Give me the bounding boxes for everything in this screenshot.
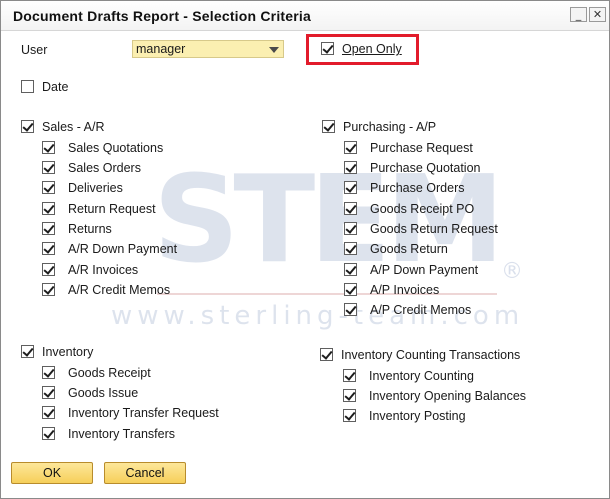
ar-credit-memos-checkbox[interactable] bbox=[42, 283, 55, 296]
inventory-counting-label[interactable]: Inventory Counting bbox=[369, 369, 474, 383]
sales-ar-checkbox[interactable] bbox=[21, 120, 34, 133]
title-bar: Document Drafts Report - Selection Crite… bbox=[1, 1, 609, 31]
goods-receipt-label[interactable]: Goods Receipt bbox=[68, 366, 151, 380]
goods-return-request-label[interactable]: Goods Return Request bbox=[370, 222, 498, 236]
user-label: User bbox=[21, 43, 48, 57]
purchase-quotation-checkbox[interactable] bbox=[344, 161, 357, 174]
chevron-down-icon[interactable] bbox=[269, 47, 279, 53]
purchase-quotation-label[interactable]: Purchase Quotation bbox=[370, 161, 481, 175]
deliveries-checkbox[interactable] bbox=[42, 181, 55, 194]
open-only-label[interactable]: Open Only bbox=[342, 42, 402, 56]
ap-down-payment-checkbox[interactable] bbox=[344, 263, 357, 276]
user-dropdown[interactable]: manager bbox=[132, 40, 284, 58]
date-label[interactable]: Date bbox=[42, 80, 68, 94]
watermark-line bbox=[157, 293, 497, 295]
open-only-checkbox[interactable] bbox=[321, 42, 334, 55]
sales-quotations-label[interactable]: Sales Quotations bbox=[68, 141, 163, 155]
inventory-transfers-label[interactable]: Inventory Transfers bbox=[68, 427, 175, 441]
ap-down-payment-label[interactable]: A/P Down Payment bbox=[370, 263, 478, 277]
returns-label[interactable]: Returns bbox=[68, 222, 112, 236]
sales-ar-label[interactable]: Sales - A/R bbox=[42, 120, 105, 134]
purchase-request-label[interactable]: Purchase Request bbox=[370, 141, 473, 155]
cancel-button[interactable]: Cancel bbox=[104, 462, 186, 484]
inventory-transfer-request-label[interactable]: Inventory Transfer Request bbox=[68, 406, 219, 420]
inventory-posting-checkbox[interactable] bbox=[343, 409, 356, 422]
goods-return-label[interactable]: Goods Return bbox=[370, 242, 448, 256]
window-title: Document Drafts Report - Selection Crite… bbox=[13, 8, 311, 24]
ap-invoices-label[interactable]: A/P Invoices bbox=[370, 283, 439, 297]
sales-orders-label[interactable]: Sales Orders bbox=[68, 161, 141, 175]
ar-down-payment-checkbox[interactable] bbox=[42, 242, 55, 255]
ar-down-payment-label[interactable]: A/R Down Payment bbox=[68, 242, 177, 256]
goods-issue-label[interactable]: Goods Issue bbox=[68, 386, 138, 400]
watermark-registered-mark: ® bbox=[501, 259, 523, 284]
purchasing-ap-label[interactable]: Purchasing - A/P bbox=[343, 120, 436, 134]
return-request-checkbox[interactable] bbox=[42, 202, 55, 215]
inventory-transfer-request-checkbox[interactable] bbox=[42, 406, 55, 419]
purchasing-ap-checkbox[interactable] bbox=[322, 120, 335, 133]
purchase-orders-label[interactable]: Purchase Orders bbox=[370, 181, 464, 195]
minimize-icon[interactable]: _ bbox=[570, 7, 587, 22]
inventory-opening-balances-checkbox[interactable] bbox=[343, 389, 356, 402]
ar-invoices-label[interactable]: A/R Invoices bbox=[68, 263, 138, 277]
deliveries-label[interactable]: Deliveries bbox=[68, 181, 123, 195]
user-dropdown-value: manager bbox=[136, 42, 186, 56]
inventory-counting-transactions-checkbox[interactable] bbox=[320, 348, 333, 361]
purchase-request-checkbox[interactable] bbox=[344, 141, 357, 154]
sales-quotations-checkbox[interactable] bbox=[42, 141, 55, 154]
inventory-opening-balances-label[interactable]: Inventory Opening Balances bbox=[369, 389, 526, 403]
ok-button[interactable]: OK bbox=[11, 462, 93, 484]
goods-receipt-po-label[interactable]: Goods Receipt PO bbox=[370, 202, 474, 216]
goods-receipt-po-checkbox[interactable] bbox=[344, 202, 357, 215]
ap-credit-memos-checkbox[interactable] bbox=[344, 303, 357, 316]
purchase-orders-checkbox[interactable] bbox=[344, 181, 357, 194]
inventory-counting-checkbox[interactable] bbox=[343, 369, 356, 382]
inventory-label[interactable]: Inventory bbox=[42, 345, 93, 359]
ar-invoices-checkbox[interactable] bbox=[42, 263, 55, 276]
sales-orders-checkbox[interactable] bbox=[42, 161, 55, 174]
inventory-posting-label[interactable]: Inventory Posting bbox=[369, 409, 466, 423]
goods-issue-checkbox[interactable] bbox=[42, 386, 55, 399]
goods-receipt-checkbox[interactable] bbox=[42, 366, 55, 379]
dialog-window: Document Drafts Report - Selection Crite… bbox=[0, 0, 610, 499]
ap-credit-memos-label[interactable]: A/P Credit Memos bbox=[370, 303, 471, 317]
inventory-counting-transactions-label[interactable]: Inventory Counting Transactions bbox=[341, 348, 520, 362]
close-icon[interactable]: ✕ bbox=[589, 7, 606, 22]
ar-credit-memos-label[interactable]: A/R Credit Memos bbox=[68, 283, 170, 297]
ap-invoices-checkbox[interactable] bbox=[344, 283, 357, 296]
date-checkbox[interactable] bbox=[21, 80, 34, 93]
inventory-transfers-checkbox[interactable] bbox=[42, 427, 55, 440]
return-request-label[interactable]: Return Request bbox=[68, 202, 156, 216]
goods-return-request-checkbox[interactable] bbox=[344, 222, 357, 235]
goods-return-checkbox[interactable] bbox=[344, 242, 357, 255]
returns-checkbox[interactable] bbox=[42, 222, 55, 235]
inventory-checkbox[interactable] bbox=[21, 345, 34, 358]
